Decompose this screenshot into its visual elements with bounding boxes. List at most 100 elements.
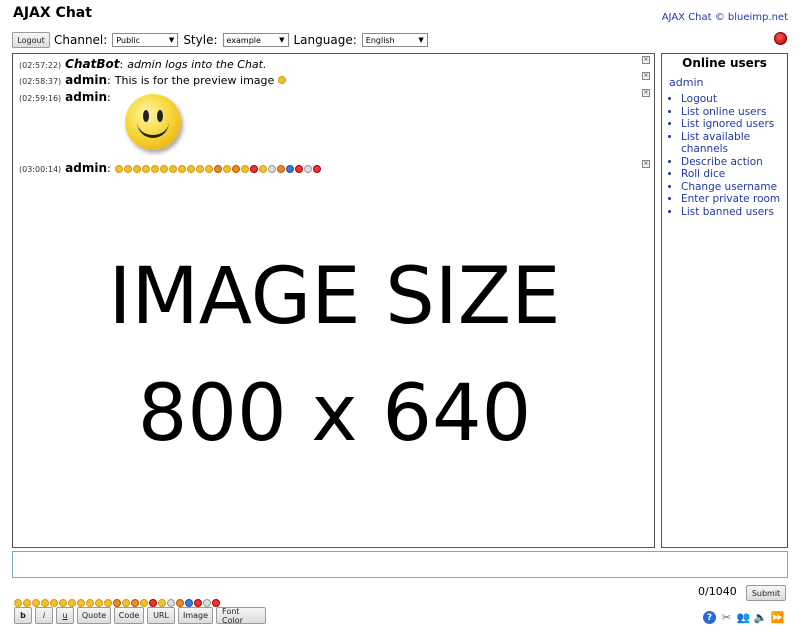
chat-message: (02:59:16) admin :: [19, 90, 115, 104]
channel-select-value: Public: [116, 35, 140, 45]
stop-emoticon-icon: [294, 165, 303, 173]
style-label: Style:: [183, 33, 218, 47]
message-user[interactable]: admin: [65, 73, 107, 87]
italic-button[interactable]: i: [35, 607, 53, 624]
language-select[interactable]: English ▼: [361, 33, 428, 47]
status-red-dot-icon[interactable]: [774, 32, 787, 45]
wink-emoticon-icon[interactable]: [32, 598, 40, 607]
overlay-image-size-label: IMAGE SIZE: [108, 252, 561, 342]
cool-emoticon-icon: [195, 165, 204, 173]
grin-emoticon-icon[interactable]: [41, 598, 49, 607]
angry-emoticon-icon[interactable]: [131, 598, 139, 607]
bottom-icon-bar: ? ✂ 👥 🔈 ⏩: [703, 611, 784, 624]
smile-emoticon-icon: [114, 165, 123, 173]
message-separator: :: [119, 58, 124, 71]
stop-emoticon-icon[interactable]: [194, 598, 202, 607]
channel-select[interactable]: Public ▼: [112, 33, 179, 47]
menu-item-change-username[interactable]: Change username: [681, 181, 787, 194]
sad-emoticon-icon[interactable]: [23, 598, 31, 607]
channel-label: Channel:: [54, 33, 108, 47]
online-users-icon[interactable]: 👥: [737, 611, 751, 624]
autoscroll-icon[interactable]: ⏩: [771, 611, 785, 624]
message-user[interactable]: admin: [65, 90, 107, 104]
cool-emoticon-icon[interactable]: [95, 598, 103, 607]
delete-message-icon[interactable]: ×: [642, 89, 650, 97]
menu-item-logout[interactable]: Logout: [681, 93, 787, 106]
user-menu: Logout List online users List ignored us…: [662, 93, 787, 218]
online-users-heading: Online users: [682, 56, 767, 70]
submit-button[interactable]: Submit: [746, 585, 786, 601]
delete-message-icon[interactable]: ×: [642, 72, 650, 80]
message-separator: :: [107, 162, 111, 175]
confused-emoticon-icon[interactable]: [68, 598, 76, 607]
angry-emoticon-icon: [231, 165, 240, 173]
idea-emoticon-icon: [267, 165, 276, 173]
idea-emoticon-icon[interactable]: [167, 598, 175, 607]
copyright-link[interactable]: AJAX Chat © blueimp.net: [662, 12, 788, 23]
menu-item-describe-action[interactable]: Describe action: [681, 156, 787, 169]
kiss-emoticon-icon[interactable]: [140, 598, 148, 607]
shout-emoticon-icon: [258, 165, 267, 173]
shout-emoticon-icon[interactable]: [158, 598, 166, 607]
quote-button[interactable]: Quote: [77, 607, 111, 624]
blush-emoticon-icon[interactable]: [113, 598, 121, 607]
message-user[interactable]: admin: [65, 161, 107, 175]
nerd-emoticon-icon: [186, 165, 195, 173]
chat-list[interactable]: (02:57:22) ChatBot : admin logs into the…: [12, 53, 655, 548]
kiss-emoticon-icon: [240, 165, 249, 173]
smiley-mouth: [137, 122, 169, 138]
code-button[interactable]: Code: [114, 607, 144, 624]
settings-tools-icon[interactable]: ✂: [720, 611, 733, 624]
message-input[interactable]: [12, 551, 788, 578]
message-time: (02:58:37): [19, 77, 62, 86]
message-user[interactable]: ChatBot: [65, 57, 119, 71]
tongue-emoticon-icon[interactable]: [50, 598, 58, 607]
smiley-eye: [157, 110, 163, 122]
surprised-emoticon-icon[interactable]: [77, 598, 85, 607]
exclamation-emoticon-icon[interactable]: [176, 598, 184, 607]
url-button[interactable]: URL: [147, 607, 175, 624]
confused-emoticon-icon: [168, 165, 177, 173]
message-text: admin logs into the Chat.: [127, 58, 267, 71]
silly-emoticon-icon[interactable]: [122, 598, 130, 607]
menu-item-enter-private-room[interactable]: Enter private room: [681, 193, 787, 206]
online-user-admin[interactable]: admin: [669, 76, 787, 89]
nerd-emoticon-icon[interactable]: [86, 598, 94, 607]
question-emoticon-icon[interactable]: [185, 598, 193, 607]
laugh-emoticon-icon[interactable]: [59, 598, 67, 607]
font-color-button[interactable]: Font Color: [216, 607, 266, 625]
chat-message: (02:58:37) admin : This is for the previ…: [19, 73, 287, 87]
message-text: This is for the preview image: [114, 74, 275, 87]
menu-item-list-banned-users[interactable]: List banned users: [681, 206, 787, 219]
warning-emoticon-icon[interactable]: [203, 598, 211, 607]
image-button[interactable]: Image: [178, 607, 213, 624]
question-emoticon-icon: [285, 165, 294, 173]
devil-emoticon-icon[interactable]: [149, 598, 157, 607]
delete-message-icon[interactable]: ×: [642, 56, 650, 64]
underline-button[interactable]: u: [56, 607, 74, 624]
style-select-value: example: [226, 35, 261, 45]
menu-item-list-ignored-users[interactable]: List ignored users: [681, 118, 787, 131]
help-icon[interactable]: ?: [703, 611, 716, 624]
smile-emoticon-icon[interactable]: [14, 598, 22, 607]
menu-item-list-available-channels[interactable]: List available channels: [681, 131, 787, 156]
chat-message: (03:00:14) admin :: [19, 161, 322, 175]
menu-item-roll-dice[interactable]: Roll dice: [681, 168, 787, 181]
menu-item-list-online-users[interactable]: List online users: [681, 106, 787, 119]
heart-emoticon-icon[interactable]: [212, 598, 220, 607]
app-title: AJAX Chat: [13, 5, 92, 21]
character-counter: 0/1040: [698, 585, 737, 598]
language-label: Language:: [293, 33, 357, 47]
grin-emoticon-icon: [141, 165, 150, 173]
message-time: (02:57:22): [19, 61, 62, 70]
sound-icon[interactable]: 🔈: [754, 611, 768, 624]
sad-emoticon-icon: [123, 165, 132, 173]
cry-emoticon-icon[interactable]: [104, 598, 112, 607]
style-select[interactable]: example ▼: [222, 33, 289, 47]
logout-button[interactable]: Logout: [12, 32, 50, 48]
heart-emoticon-icon: [312, 165, 321, 173]
chat-message: (02:57:22) ChatBot : admin logs into the…: [19, 57, 266, 71]
bold-button[interactable]: b: [14, 607, 32, 624]
wink-emoticon-icon: [132, 165, 141, 173]
delete-message-icon[interactable]: ×: [642, 160, 650, 168]
